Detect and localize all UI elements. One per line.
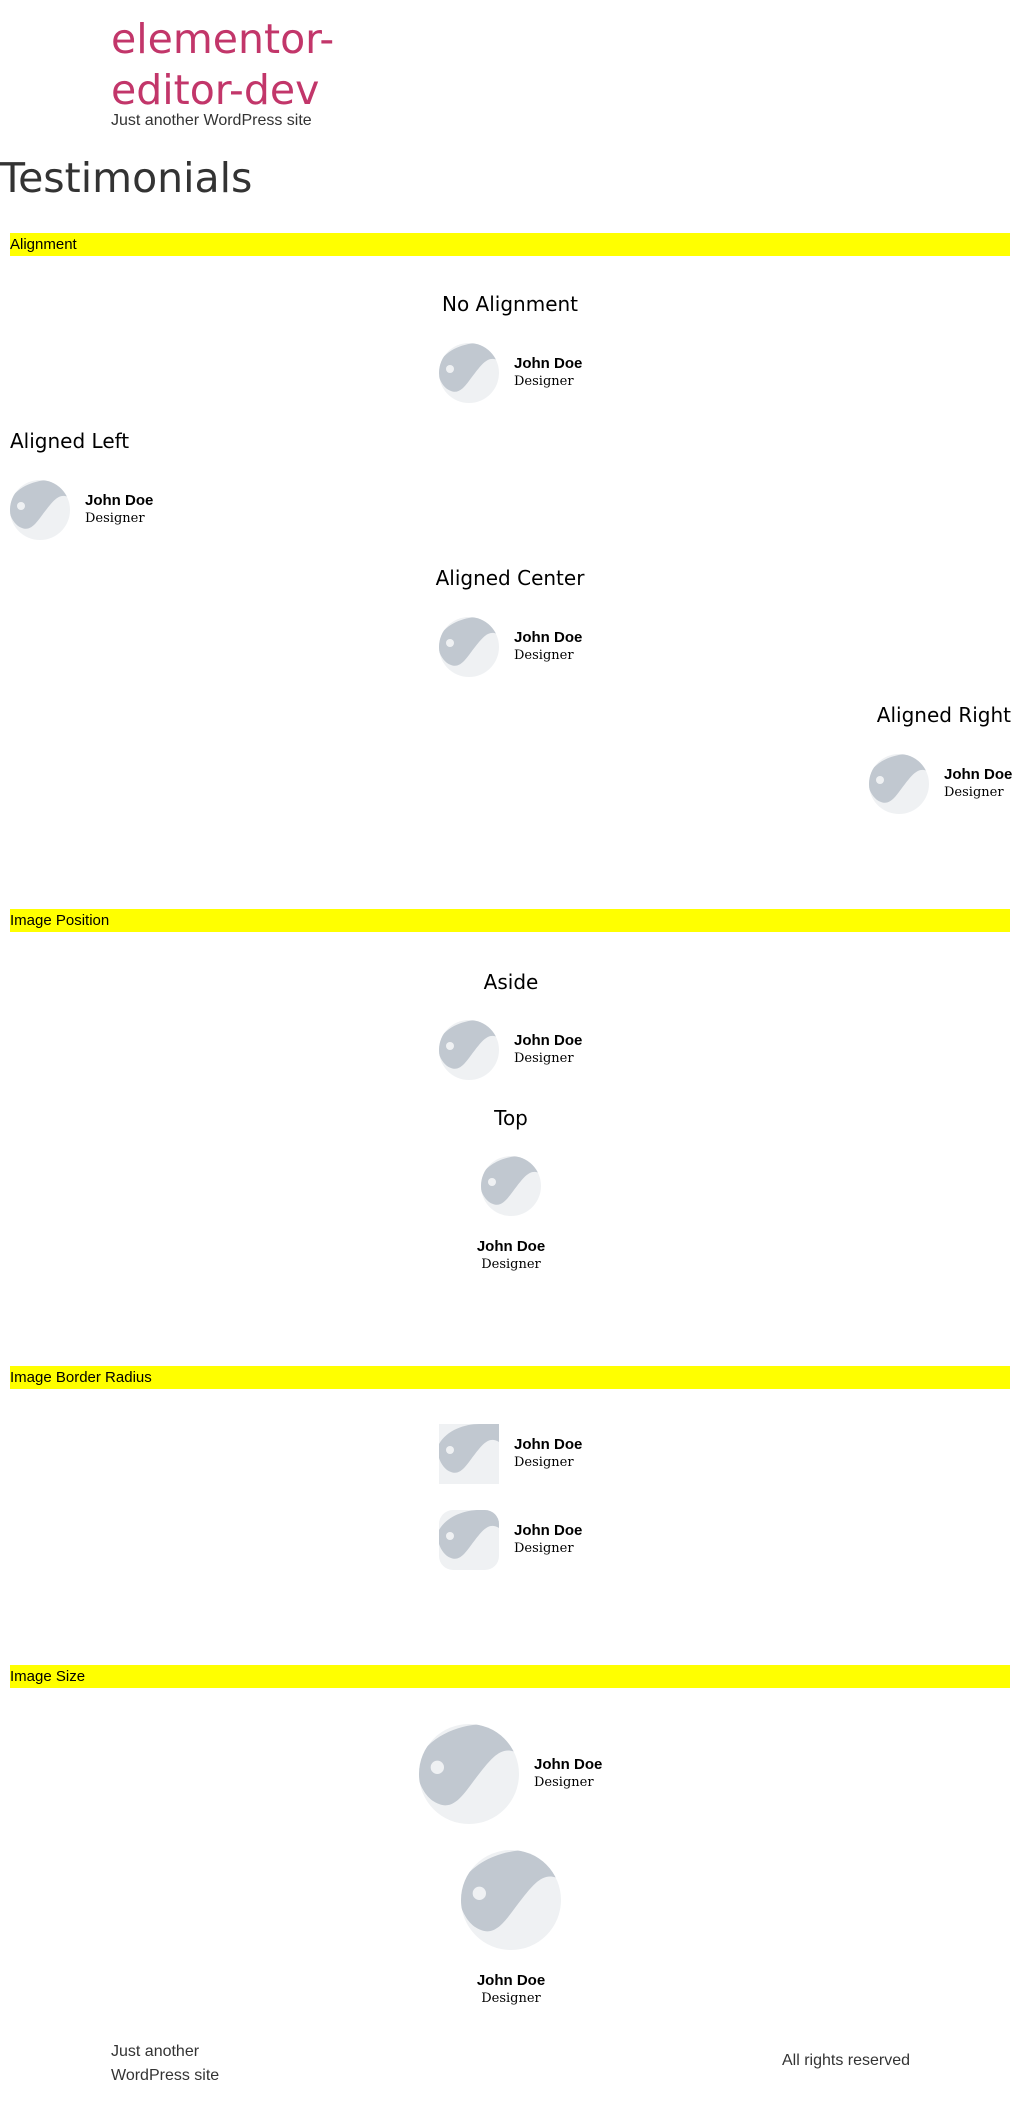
image-placeholder-icon — [481, 1156, 541, 1216]
testimonial-large-image-aside: John Doe Designer — [419, 1724, 602, 1824]
image-placeholder-icon — [439, 617, 499, 677]
section-alignment: Alignment — [10, 233, 1010, 256]
section-image-border-radius: Image Border Radius — [10, 1366, 1010, 1389]
testimonial-job: Designer — [944, 785, 1004, 800]
testimonial-rounded-image: John Doe Designer — [439, 1510, 582, 1570]
testimonial-aligned-left: John Doe Designer — [10, 480, 153, 540]
testimonial-name: John Doe — [514, 1522, 583, 1539]
image-placeholder-icon — [419, 1724, 519, 1824]
heading-aligned-right: Aligned Right — [876, 703, 1011, 727]
site-description: Just another WordPress site — [111, 112, 312, 129]
testimonial-image-top: John Doe Designer — [461, 1156, 561, 1274]
testimonial-job: Designer — [514, 648, 574, 663]
image-placeholder-icon — [439, 1424, 499, 1484]
page-title: Testimonials — [0, 154, 253, 202]
heading-aside: Aside — [483, 970, 539, 994]
testimonial-job: Designer — [85, 511, 145, 526]
testimonial-name: John Doe — [514, 1436, 583, 1453]
image-placeholder-icon — [439, 1510, 499, 1570]
heading-aligned-left: Aligned Left — [10, 429, 130, 453]
heading-no-alignment: No Alignment — [441, 292, 579, 316]
testimonial-name: John Doe — [514, 355, 583, 372]
section-image-size: Image Size — [10, 1665, 1010, 1688]
testimonial-name: John Doe — [514, 1032, 583, 1049]
section-image-position: Image Position — [10, 909, 1010, 932]
image-placeholder-icon — [10, 480, 70, 540]
image-placeholder-icon — [439, 1020, 499, 1080]
testimonial-square-image: John Doe Designer — [439, 1424, 582, 1484]
testimonial-job: Designer — [481, 1991, 541, 2006]
testimonial-name: John Doe — [476, 1972, 546, 1989]
testimonial-job: Designer — [514, 1541, 574, 1556]
testimonial-name: John Doe — [514, 629, 583, 646]
testimonial-name: John Doe — [534, 1756, 603, 1773]
testimonial-job: Designer — [514, 374, 574, 389]
testimonial-name: John Doe — [476, 1238, 546, 1255]
testimonial-large-image-top: John Doe Designer — [451, 1850, 571, 2008]
testimonial-name: John Doe — [85, 492, 154, 509]
testimonial-image-aside: John Doe Designer — [439, 1020, 582, 1080]
testimonial-name: John Doe — [944, 766, 1013, 783]
testimonial-job: Designer — [514, 1455, 574, 1470]
footer-description: Just another WordPress site — [111, 2043, 220, 2084]
heading-aligned-center: Aligned Center — [435, 566, 585, 590]
testimonial-job: Designer — [514, 1051, 574, 1066]
footer-rights: All rights reserved — [782, 2052, 911, 2069]
testimonial-no-alignment: John Doe Designer — [439, 343, 582, 403]
testimonial-job: Designer — [534, 1775, 594, 1790]
image-placeholder-icon — [461, 1850, 561, 1950]
testimonial-job: Designer — [481, 1257, 541, 1272]
heading-top: Top — [494, 1106, 528, 1130]
site-title[interactable]: elementor-editor-dev — [111, 14, 371, 116]
image-placeholder-icon — [869, 754, 929, 814]
testimonial-aligned-center: John Doe Designer — [439, 617, 582, 677]
image-placeholder-icon — [439, 343, 499, 403]
testimonial-aligned-right: John Doe Designer — [869, 754, 1012, 814]
